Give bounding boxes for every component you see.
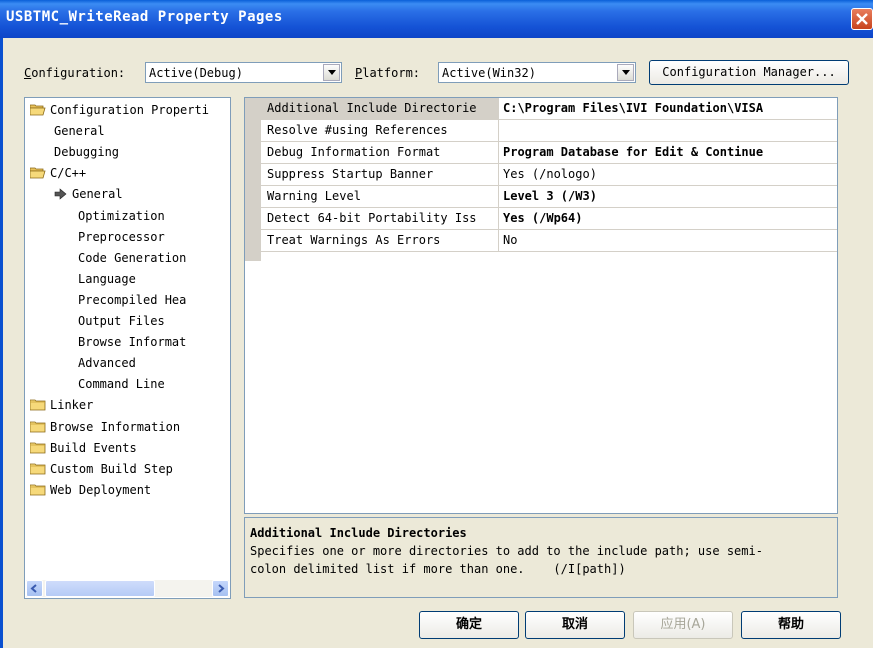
tree-item-label: Language <box>78 271 136 286</box>
property-row[interactable]: Debug Information Format Program Database… <box>261 142 837 164</box>
property-name: Suppress Startup Banner <box>261 164 499 185</box>
ok-button[interactable]: 确定 <box>419 611 519 639</box>
scroll-left-button[interactable] <box>26 580 43 597</box>
window-title: USBTMC_WriteRead Property Pages <box>6 9 283 25</box>
platform-value: Active(Win32) <box>442 66 536 80</box>
property-value[interactable] <box>501 120 837 141</box>
tree-item-label: C/C++ <box>50 166 87 181</box>
tree-item-label: Build Events <box>50 440 137 455</box>
help-label: 帮助 <box>777 617 804 632</box>
folder-icon <box>30 399 46 411</box>
tree-item-label: General <box>54 124 105 139</box>
tree-item-label: Code Generation <box>78 250 187 265</box>
property-name: Debug Information Format <box>261 142 499 163</box>
property-name: Resolve #using References <box>261 120 499 141</box>
grid-gutter <box>245 98 261 261</box>
configuration-label-rest: onfiguration: <box>31 66 126 80</box>
arrow-right-icon <box>54 188 67 201</box>
help-button[interactable]: 帮助 <box>741 611 841 639</box>
property-value[interactable]: Program Database for Edit & Continue <box>501 142 837 163</box>
tree-item-label: Debugging <box>54 145 120 160</box>
property-tree[interactable]: Configuration Properti General Debugging C/… <box>24 97 231 599</box>
property-row[interactable]: Resolve #using References <box>261 120 837 142</box>
property-name: Treat Warnings As Errors <box>261 230 499 251</box>
scroll-right-button[interactable] <box>212 580 229 597</box>
cancel-label: 取消 <box>561 617 588 632</box>
property-value[interactable]: No <box>501 230 837 251</box>
scroll-left-icon <box>30 584 37 593</box>
tree-item-label: Output Files <box>78 314 165 328</box>
apply-button[interactable]: 应用(A) <box>633 611 733 639</box>
description-line-1: Specifies one or more directories to add… <box>250 544 763 558</box>
tree-item-label: Optimization <box>78 208 165 223</box>
property-value[interactable]: Yes (/Wp64) <box>501 208 837 229</box>
close-icon <box>856 13 868 25</box>
property-name: Warning Level <box>261 186 499 207</box>
property-value[interactable]: Level 3 (/W3) <box>501 186 837 207</box>
scroll-right-icon <box>218 584 225 593</box>
property-name: Detect 64-bit Portability Iss <box>261 208 499 229</box>
tree-item-label: Browse Informat <box>78 335 187 350</box>
folder-icon <box>30 463 46 475</box>
tree-item-label: Command Line <box>78 377 165 392</box>
configuration-manager-label: Configuration Manager... <box>662 65 836 79</box>
title-bar: USBTMC_WriteRead Property Pages <box>0 0 873 38</box>
configuration-manager-button[interactable]: Configuration Manager... <box>649 60 849 85</box>
platform-select[interactable]: Active(Win32) <box>438 62 636 83</box>
tree-item-label: Custom Build Step <box>50 461 173 476</box>
tree-item-label: Configuration Properti <box>50 103 209 117</box>
cancel-button[interactable]: 取消 <box>525 611 625 639</box>
dropdown-arrow-icon <box>622 70 630 75</box>
platform-dropdown-button[interactable] <box>617 64 634 81</box>
property-row[interactable]: Detect 64-bit Portability Iss Yes (/Wp64) <box>261 208 837 230</box>
property-name: Additional Include Directorie <box>261 98 499 119</box>
property-grid[interactable]: Additional Include Directorie C:\Program … <box>244 97 838 514</box>
folder-open-icon <box>30 167 46 179</box>
tree-item-label: Precompiled Hea <box>78 292 187 307</box>
description-panel: Additional Include Directories Specifies… <box>244 517 838 598</box>
tree-item-label: Advanced <box>78 356 136 371</box>
close-button[interactable] <box>851 8 873 30</box>
description-line-2: colon delimited list if more than one. (… <box>250 562 626 576</box>
folder-icon <box>30 484 46 496</box>
platform-label: Platform: <box>355 66 421 80</box>
apply-label: 应用(A) <box>660 617 706 632</box>
description-title: Additional Include Directories <box>250 526 467 540</box>
configuration-dropdown-button[interactable] <box>323 64 340 81</box>
tree-item-label: Linker <box>50 398 94 413</box>
tree-item-label: Preprocessor <box>78 229 165 244</box>
folder-icon <box>30 442 46 453</box>
tree-item-label: General <box>72 187 123 202</box>
property-row[interactable]: Suppress Startup Banner Yes (/nologo) <box>261 164 837 186</box>
folder-open-icon <box>30 104 46 116</box>
scroll-thumb[interactable] <box>45 580 155 597</box>
property-row[interactable]: Treat Warnings As Errors No <box>261 230 837 252</box>
configuration-value: Active(Debug) <box>149 66 243 80</box>
tree-item-label: Browse Information <box>50 419 181 434</box>
dropdown-arrow-icon <box>328 70 336 75</box>
configuration-label: Configuration: <box>24 66 126 80</box>
tree-horizontal-scrollbar[interactable] <box>26 580 229 597</box>
ok-label: 确定 <box>455 617 482 632</box>
tree-item-label: Web Deployment <box>50 482 152 497</box>
configuration-select[interactable]: Active(Debug) <box>145 62 342 83</box>
property-value[interactable]: Yes (/nologo) <box>501 164 837 185</box>
folder-icon <box>30 421 46 432</box>
property-row[interactable]: Additional Include Directorie C:\Program … <box>261 98 837 120</box>
property-row[interactable]: Warning Level Level 3 (/W3) <box>261 186 837 208</box>
property-value[interactable]: C:\Program Files\IVI Foundation\VISA <box>501 98 837 119</box>
